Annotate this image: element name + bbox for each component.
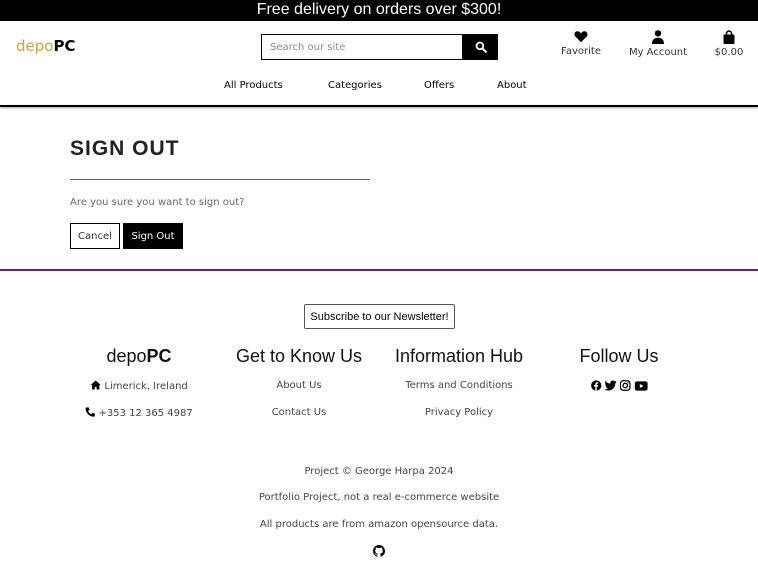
github-icon (373, 545, 385, 557)
nav-item-offers[interactable]: Offers (424, 80, 454, 91)
footer-logo: depoPC (79, 345, 199, 367)
signout-confirm-text: Are you sure you want to sign out? (70, 197, 245, 208)
facebook-icon[interactable] (591, 380, 602, 391)
footer-location-text: Limerick, Ireland (104, 381, 188, 392)
footer-logo-part-1: depo (106, 346, 147, 366)
footer-divider (0, 269, 758, 271)
footer-link-terms[interactable]: Terms and Conditions (405, 380, 513, 391)
nav-item-all-products[interactable]: All Products (224, 80, 283, 91)
promo-banner-text: Free delivery on orders over $300! (256, 1, 502, 18)
github-link[interactable] (0, 545, 758, 560)
footer-phone-text: +353 12 365 4987 (98, 408, 193, 419)
cancel-button[interactable]: Cancel (70, 223, 120, 249)
nav-item-categories[interactable]: Categories (328, 80, 382, 91)
footer-know-us-column: Get to Know Us About Us Contact Us (229, 345, 369, 425)
social-icons (591, 380, 648, 392)
header-divider (0, 105, 758, 107)
footer-phone: +353 12 365 4987 (85, 407, 193, 419)
logo-part-1: depo (16, 37, 54, 55)
footer-info-hub-column: Information Hub Terms and Conditions Pri… (389, 345, 529, 425)
disclaimer-text: Portfolio Project, not a real e-commerce… (258, 492, 500, 503)
page-title: SIGN OUT (70, 137, 180, 160)
site-logo[interactable]: depoPC (16, 37, 75, 55)
search-icon (475, 41, 487, 53)
info-hub-heading: Information Hub (394, 346, 524, 366)
search-form (261, 34, 498, 60)
footer-link-contact-us[interactable]: Contact Us (272, 407, 327, 418)
title-divider (70, 179, 370, 180)
my-account-link[interactable]: My Account (626, 30, 690, 58)
shopping-bag-link[interactable]: $0.00 (710, 30, 748, 58)
footer-location: Limerick, Ireland (90, 380, 188, 392)
follow-us-heading: Follow Us (579, 346, 659, 366)
nav-item-about[interactable]: About (497, 80, 527, 91)
youtube-icon[interactable] (634, 380, 648, 391)
heart-icon (574, 31, 588, 43)
newsletter-button[interactable]: Subscribe to our Newsletter! (304, 304, 455, 329)
sign-out-button[interactable]: Sign Out (123, 223, 183, 249)
footer-link-about-us[interactable]: About Us (276, 380, 321, 391)
phone-icon (85, 407, 95, 417)
favorite-link[interactable]: Favorite (557, 30, 605, 57)
favorite-label: Favorite (561, 46, 601, 57)
search-input[interactable] (261, 34, 463, 60)
know-us-heading: Get to Know Us (235, 346, 363, 366)
footer-follow-column: Follow Us (559, 345, 679, 405)
shopping-bag-icon (723, 30, 735, 44)
my-account-label: My Account (628, 47, 688, 58)
bag-total: $0.00 (714, 47, 744, 58)
data-source-text: All products are from amazon opensource … (259, 519, 499, 530)
home-icon (90, 380, 101, 390)
instagram-icon[interactable] (620, 380, 632, 391)
twitter-icon[interactable] (604, 380, 617, 391)
footer-link-privacy[interactable]: Privacy Policy (425, 407, 493, 418)
logo-part-2: PC (53, 37, 76, 55)
main-nav: All Products Categories Offers About (0, 80, 758, 94)
search-button[interactable] (463, 34, 498, 60)
promo-banner: Free delivery on orders over $300! (0, 0, 758, 21)
user-icon (652, 30, 664, 44)
footer-brand-column: depoPC Limerick, Ireland +353 12 365 498… (79, 345, 199, 425)
footer-logo-part-2: PC (146, 346, 172, 366)
copyright-text: Project © George Harpa 2024 (304, 466, 454, 477)
